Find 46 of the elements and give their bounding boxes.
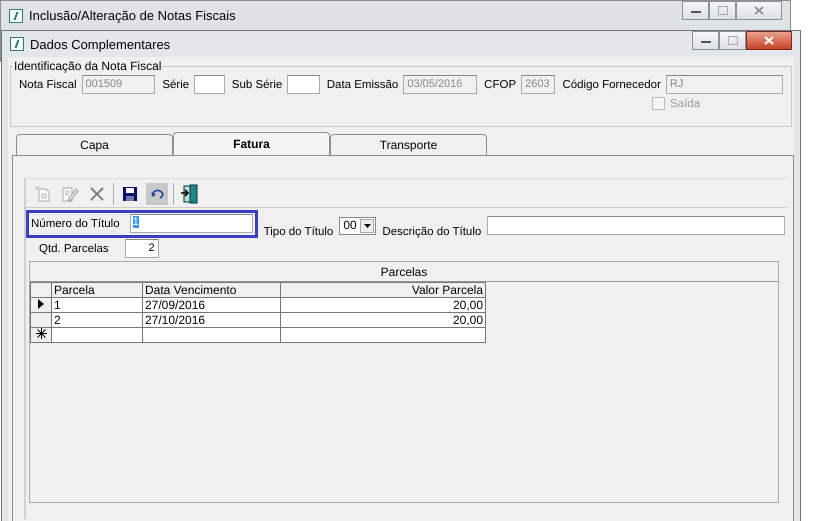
window-title: Inclusão/Alteração de Notas Fiscais bbox=[29, 8, 236, 23]
app-icon bbox=[9, 8, 23, 22]
field-label: Tipo do Título bbox=[264, 226, 334, 238]
field-label: Código Fornecedor bbox=[562, 78, 661, 90]
input-field[interactable] bbox=[194, 75, 225, 94]
input-field[interactable] bbox=[287, 75, 320, 94]
maximize-icon bbox=[728, 36, 738, 45]
close-icon bbox=[754, 6, 764, 15]
maximize-icon bbox=[718, 6, 728, 15]
checkbox-label: Saída bbox=[670, 98, 700, 110]
field-label: Sub Série bbox=[232, 78, 282, 90]
app-icon bbox=[10, 37, 24, 51]
maximize-button[interactable] bbox=[719, 31, 746, 50]
dropdown[interactable]: 00 bbox=[339, 217, 376, 235]
row-indicator[interactable] bbox=[30, 298, 52, 312]
field-label: Nota Fiscal bbox=[19, 78, 77, 90]
window-title: Dados Complementares bbox=[30, 36, 170, 52]
column-header[interactable]: Valor Parcela bbox=[280, 282, 486, 298]
table-cell: 1 bbox=[52, 298, 142, 312]
table-cell: 27/10/2016 bbox=[142, 312, 280, 328]
field-label: Data Emissão bbox=[326, 78, 398, 90]
field-label: Número do Título bbox=[31, 218, 120, 230]
input-field[interactable]: 2 bbox=[124, 239, 159, 258]
table-cell: 20,00 bbox=[280, 312, 486, 328]
close-icon bbox=[764, 36, 774, 45]
table-cell: 27/09/2016 bbox=[142, 298, 280, 312]
field-label: Série bbox=[162, 78, 190, 90]
minimize-button[interactable] bbox=[682, 1, 709, 20]
field-label: Descrição do Título bbox=[382, 226, 482, 238]
group-legend: Identificação da Nota Fiscal bbox=[13, 59, 162, 73]
tab[interactable]: Capa bbox=[16, 134, 173, 155]
current-row-icon bbox=[38, 299, 44, 309]
column-header[interactable]: Data Vencimento bbox=[142, 282, 280, 298]
column-header[interactable]: Parcela bbox=[52, 282, 142, 298]
close-button[interactable] bbox=[746, 31, 792, 50]
minimize-button[interactable] bbox=[692, 31, 719, 50]
table-cell: 20,00 bbox=[280, 298, 486, 312]
tab[interactable]: Fatura bbox=[173, 132, 330, 155]
undo-icon[interactable] bbox=[146, 183, 168, 205]
table-cell: 2 bbox=[52, 312, 142, 328]
field-label: Qtd. Parcelas bbox=[39, 242, 109, 254]
maximize-button[interactable] bbox=[709, 1, 736, 20]
tab[interactable]: Transporte bbox=[330, 134, 487, 155]
new-row-icon bbox=[36, 328, 46, 339]
field-label: CFOP bbox=[484, 78, 516, 90]
input-field[interactable] bbox=[487, 216, 785, 235]
